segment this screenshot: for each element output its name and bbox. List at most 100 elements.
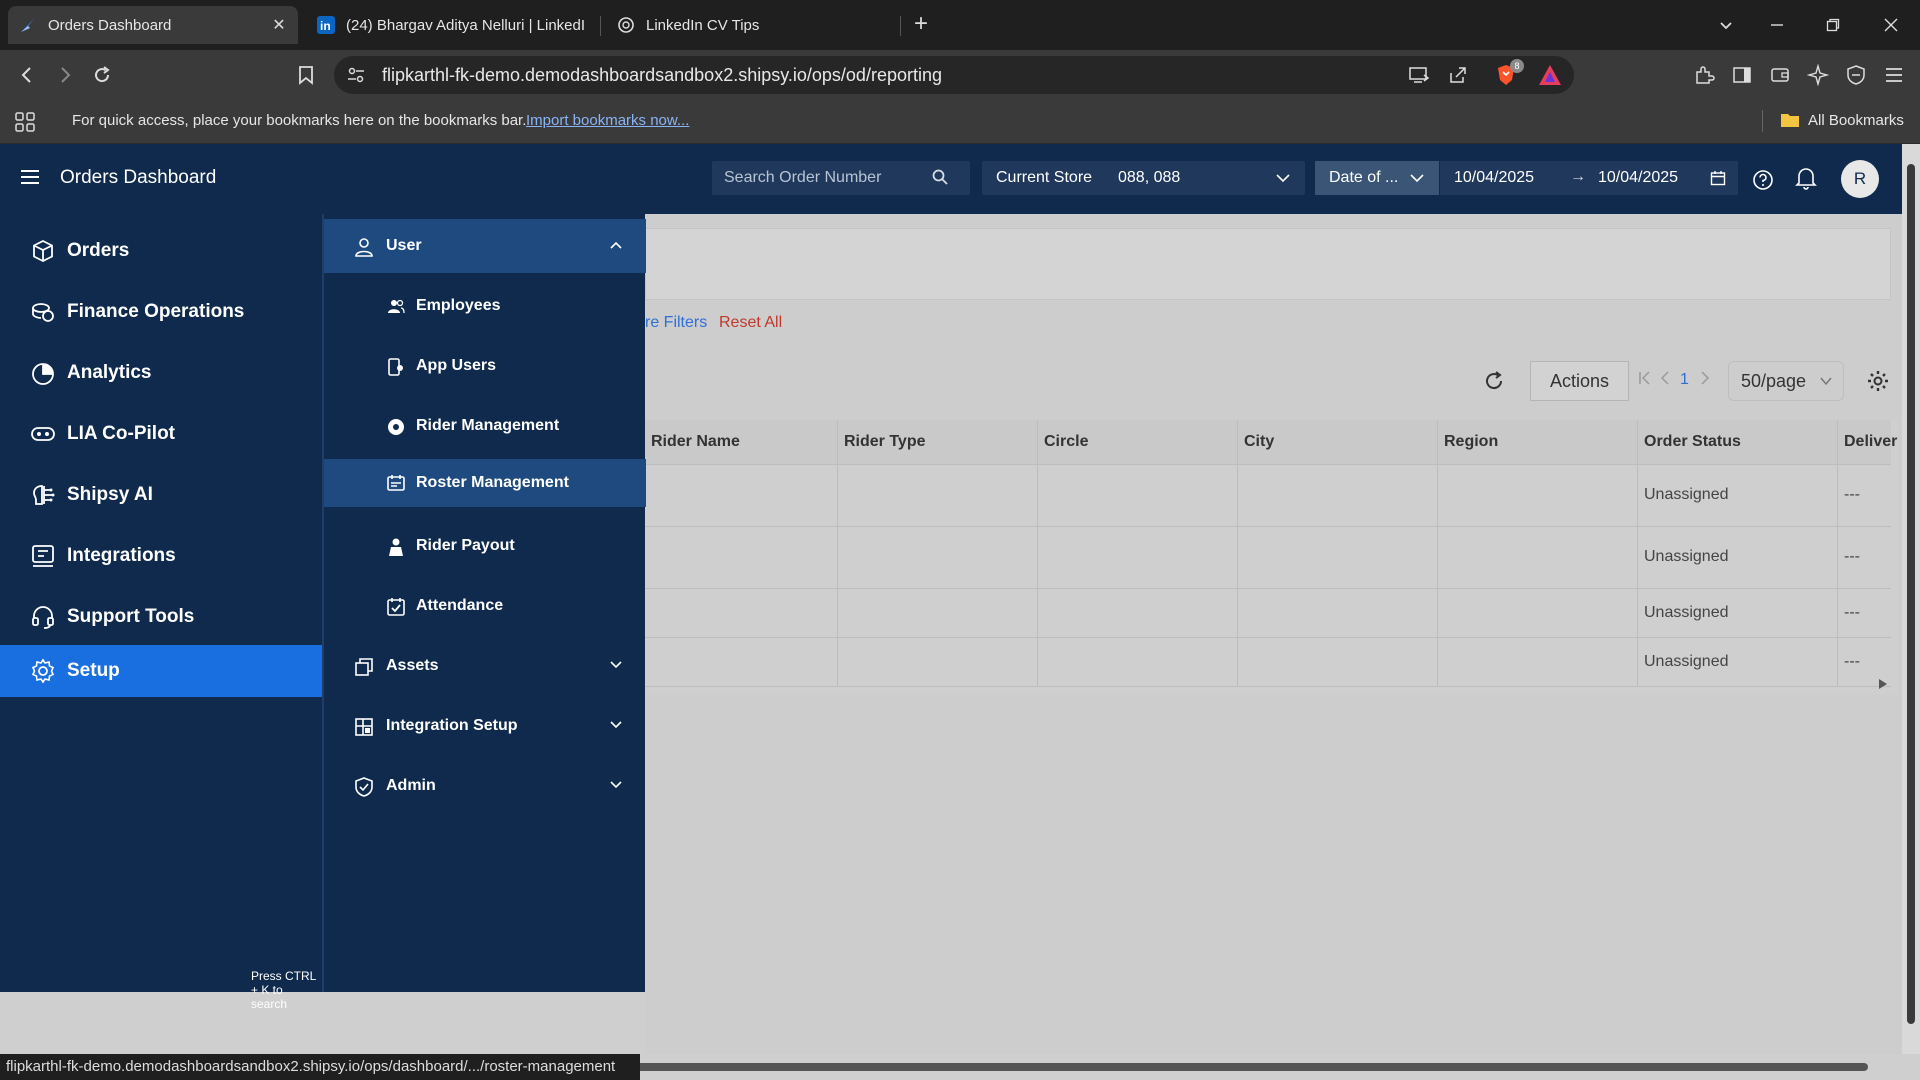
sidebar-item-setup[interactable]: Setup xyxy=(0,645,322,697)
sidebar-item-analytics[interactable]: Analytics xyxy=(0,347,322,399)
submenu-group-label: Admin xyxy=(386,777,436,794)
column-header-rider-name[interactable]: Rider Name xyxy=(645,420,838,464)
page-scrollbar[interactable] xyxy=(1902,144,1920,1054)
leo-ai-icon[interactable] xyxy=(1805,62,1831,88)
sidebar-item-finance-operations[interactable]: Finance Operations xyxy=(0,286,322,338)
submenu-item-rider-management[interactable]: Rider Management xyxy=(324,399,646,453)
date-type-value: Date of ... xyxy=(1329,169,1399,186)
tab-search-chevron-icon[interactable] xyxy=(1713,12,1739,38)
shield-count-badge: 8 xyxy=(1510,59,1524,73)
gear-icon xyxy=(30,658,56,684)
import-bookmarks-link[interactable]: Import bookmarks now... xyxy=(526,112,689,129)
tab-linkedin-cv-tips[interactable]: LinkedIn CV Tips xyxy=(606,6,896,44)
submenu-item-app-users[interactable]: App Users xyxy=(324,339,646,393)
cell xyxy=(838,637,1038,686)
avatar[interactable]: R xyxy=(1841,160,1879,198)
tab-divider xyxy=(600,16,601,36)
column-header-circle[interactable]: Circle xyxy=(1038,420,1238,464)
submenu-item-attendance[interactable]: Attendance xyxy=(324,579,646,633)
chevron-down-icon xyxy=(1275,170,1291,186)
sidebar-item-label: Shipsy AI xyxy=(67,484,153,505)
submenu-group-integration-setup[interactable]: Integration Setup xyxy=(324,699,646,753)
date-type-selector[interactable]: Date of ... xyxy=(1315,161,1439,195)
submenu-group-assets[interactable]: Assets xyxy=(324,639,646,693)
sidebar-item-support-tools[interactable]: Support Tools xyxy=(0,591,322,643)
sidebar-item-integrations[interactable]: Integrations xyxy=(0,530,322,582)
search-input[interactable]: Search Order Number xyxy=(712,161,970,195)
sidebar-item-shipsy-ai[interactable]: Shipsy AI xyxy=(0,469,322,521)
column-header-city[interactable]: City xyxy=(1238,420,1438,464)
forward-icon[interactable] xyxy=(52,62,78,88)
date-from[interactable]: 10/04/2025 xyxy=(1454,169,1534,187)
store-selector[interactable]: Current Store 088, 088 xyxy=(982,161,1305,195)
more-filters-link[interactable]: re Filters xyxy=(645,314,707,332)
column-header-rider-type[interactable]: Rider Type xyxy=(838,420,1038,464)
back-icon[interactable] xyxy=(14,62,40,88)
apps-grid-icon[interactable] xyxy=(12,109,38,135)
close-window-icon[interactable] xyxy=(1878,12,1904,38)
settings-gear-icon[interactable] xyxy=(1867,370,1889,392)
all-bookmarks-button[interactable]: All Bookmarks xyxy=(1808,112,1904,129)
page-size-selector[interactable]: 50/page xyxy=(1728,361,1844,401)
tab-linkedin-profile[interactable]: in (24) Bhargav Aditya Nelluri | LinkedI… xyxy=(306,6,596,44)
submenu-item-label: Roster Management xyxy=(416,474,569,491)
cast-icon[interactable] xyxy=(1408,65,1430,85)
reload-icon[interactable] xyxy=(89,62,115,88)
page-title: Orders Dashboard xyxy=(60,167,217,188)
svg-text:in: in xyxy=(320,19,331,33)
bookmark-icon[interactable] xyxy=(293,62,319,88)
actions-button[interactable]: Actions xyxy=(1530,361,1629,401)
tab-orders-dashboard[interactable]: Orders Dashboard ✕ xyxy=(8,6,298,44)
help-icon[interactable] xyxy=(1752,169,1774,191)
browser-toolbar: flipkarthl-fk-demo.demodashboardsandbox2… xyxy=(0,50,1920,100)
new-tab-button[interactable]: + xyxy=(908,10,934,37)
prev-page-icon[interactable] xyxy=(1659,370,1671,386)
search-icon[interactable] xyxy=(932,169,948,185)
restore-icon[interactable] xyxy=(1820,12,1846,38)
extensions-icon[interactable] xyxy=(1691,62,1717,88)
page-number[interactable]: 1 xyxy=(1680,371,1689,389)
date-to[interactable]: 10/04/2025 xyxy=(1598,169,1678,187)
cell xyxy=(838,588,1038,637)
bookmarks-bar: For quick access, place your bookmarks h… xyxy=(0,100,1920,144)
cell xyxy=(1038,464,1238,526)
cell xyxy=(1038,588,1238,637)
scrollbar-thumb[interactable] xyxy=(620,1063,1868,1071)
tab-title: (24) Bhargav Aditya Nelluri | LinkedIn xyxy=(346,16,586,34)
next-page-icon[interactable] xyxy=(1699,370,1711,386)
hamburger-menu-icon[interactable] xyxy=(20,169,40,185)
brave-rewards-icon[interactable] xyxy=(1538,64,1562,86)
submenu-item-employees[interactable]: Employees xyxy=(324,279,646,333)
chevron-down-icon xyxy=(608,657,624,673)
submenu-group-user[interactable]: User xyxy=(324,219,646,273)
first-page-icon[interactable] xyxy=(1638,370,1652,386)
payout-icon xyxy=(386,537,406,557)
scroll-right-icon[interactable] xyxy=(1878,678,1888,690)
sidebar-item-lia-co-pilot[interactable]: LIA Co-Pilot xyxy=(0,408,322,460)
cell xyxy=(1238,588,1438,637)
submenu-item-roster-management[interactable]: Roster Management xyxy=(324,459,646,507)
calendar-icon[interactable] xyxy=(1710,170,1726,186)
employees-icon xyxy=(386,297,406,317)
date-range-picker[interactable]: 10/04/2025 → 10/04/2025 xyxy=(1440,161,1738,195)
url-text[interactable]: flipkarthl-fk-demo.demodashboardsandbox2… xyxy=(382,65,942,86)
column-header-deliver[interactable]: Deliver xyxy=(1838,420,1898,464)
column-header-order-status[interactable]: Order Status xyxy=(1638,420,1838,464)
site-settings-icon[interactable] xyxy=(346,65,366,85)
close-tab-icon[interactable]: ✕ xyxy=(270,16,288,34)
address-bar[interactable]: flipkarthl-fk-demo.demodashboardsandbox2… xyxy=(334,56,1574,94)
submenu-group-admin[interactable]: Admin xyxy=(324,759,646,813)
minimize-icon[interactable] xyxy=(1764,12,1790,38)
vpn-shield-icon[interactable] xyxy=(1843,62,1869,88)
column-header-region[interactable]: Region xyxy=(1438,420,1638,464)
sidebar-item-orders[interactable]: Orders xyxy=(0,225,322,277)
sidebar-toggle-icon[interactable] xyxy=(1729,62,1755,88)
submenu-item-rider-payout[interactable]: Rider Payout xyxy=(324,519,646,573)
scrollbar-thumb[interactable] xyxy=(1907,164,1915,1024)
share-icon[interactable] xyxy=(1448,65,1468,85)
menu-icon[interactable] xyxy=(1881,62,1907,88)
wallet-icon[interactable] xyxy=(1767,62,1793,88)
notification-bell-icon[interactable] xyxy=(1795,166,1817,190)
reset-all-link[interactable]: Reset All xyxy=(719,314,782,332)
refresh-icon[interactable] xyxy=(1483,370,1505,392)
